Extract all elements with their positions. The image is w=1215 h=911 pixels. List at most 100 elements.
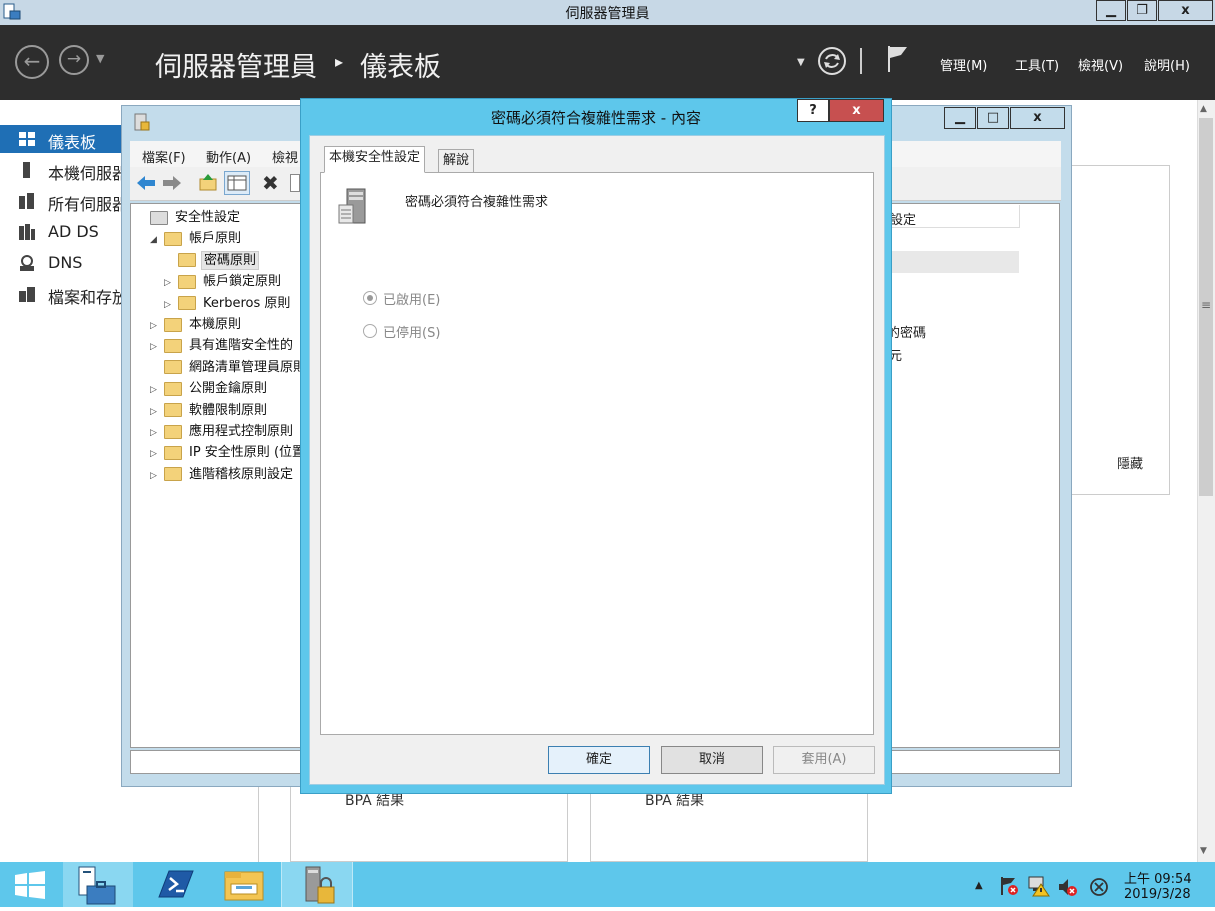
- nav-item-label: DNS: [48, 253, 83, 272]
- folder-icon: [164, 424, 182, 439]
- action-center-flag-icon[interactable]: [998, 875, 1020, 897]
- nav-item-dns[interactable]: DNS: [0, 249, 128, 277]
- restore-button[interactable]: ❐: [1127, 0, 1157, 21]
- menu-view[interactable]: 檢視(V): [1078, 55, 1123, 74]
- notifications-flag-icon[interactable]: [886, 44, 910, 74]
- toolbar-properties-icon[interactable]: [290, 174, 300, 192]
- hide-link[interactable]: 隱藏: [1117, 453, 1143, 472]
- tree-node[interactable]: ▷ 進階稽核原則設定: [150, 463, 295, 483]
- tree-node[interactable]: ▷ 公開金鑰原則: [150, 377, 269, 397]
- tree-node-label: 密碼原則: [201, 250, 260, 270]
- tree-expander-icon[interactable]: ▷: [150, 407, 164, 417]
- toolbar-show-hide-tree-icon[interactable]: [224, 171, 250, 195]
- tree-node-label: 進階稽核原則設定: [189, 466, 294, 482]
- tree-expander-icon[interactable]: ▷: [150, 449, 164, 459]
- tab-explain[interactable]: 解說: [438, 149, 475, 173]
- tree-expander-icon[interactable]: ▷: [164, 278, 178, 288]
- cancel-button[interactable]: 取消: [661, 746, 763, 774]
- tree-node[interactable]: ▷ 具有進階安全性的: [150, 334, 295, 354]
- toolbar-delete-icon[interactable]: ✖: [262, 173, 282, 193]
- notification-dismiss-icon[interactable]: [1088, 876, 1110, 898]
- tab-local-security-setting[interactable]: 本機安全性設定: [324, 146, 426, 173]
- radio-enabled[interactable]: 已啟用(E): [363, 288, 483, 308]
- tree-expander-icon[interactable]: ▷: [150, 385, 164, 395]
- refresh-dropdown-icon[interactable]: ▼: [797, 57, 805, 68]
- tree-node-label: 網路清單管理員原則: [189, 359, 307, 375]
- mmc-close-button[interactable]: x: [1010, 107, 1065, 129]
- back-icon[interactable]: ←: [15, 45, 49, 79]
- tree-expander-icon[interactable]: ▷: [150, 321, 164, 331]
- mmc-restore-button[interactable]: □: [977, 107, 1009, 129]
- tree-node[interactable]: ▷ 應用程式控制原則: [150, 420, 295, 440]
- refresh-icon[interactable]: [817, 46, 847, 76]
- nav-item-dashboard[interactable]: 儀表板: [0, 125, 128, 153]
- menu-manage[interactable]: 管理(M): [940, 55, 987, 74]
- menu-help[interactable]: 說明(H): [1144, 55, 1190, 74]
- mmc-menu-file[interactable]: 檔案(F): [142, 147, 186, 166]
- tree-node[interactable]: ▷ 帳戶鎖定原則: [164, 270, 283, 290]
- history-dropdown-icon[interactable]: ▼: [96, 52, 104, 65]
- radio-disabled-circle[interactable]: [363, 324, 377, 338]
- nav-item-local-server[interactable]: 本機伺服器: [0, 156, 128, 184]
- server-manager-icon: [78, 866, 116, 905]
- folder-icon: [164, 445, 182, 460]
- tree-node[interactable]: 密碼原則: [164, 249, 260, 270]
- folder-icon: [164, 231, 182, 246]
- toolbar-forward-icon[interactable]: [162, 174, 182, 192]
- mmc-minimize-button[interactable]: ▁: [944, 107, 976, 129]
- breadcrumb-root[interactable]: 伺服器管理員: [155, 45, 317, 84]
- start-windows-icon[interactable]: [14, 871, 46, 899]
- server-tile: [290, 785, 568, 862]
- scroll-down-icon[interactable]: ▼: [1200, 846, 1207, 856]
- properties-dialog[interactable]: 密碼必須符合複雜性需求 - 內容 ? x 本機安全性設定 解說 密碼必須符合複雜…: [300, 98, 892, 794]
- dialog-help-button[interactable]: ?: [797, 99, 829, 122]
- tree-node[interactable]: ◢ 帳戶原則: [150, 227, 243, 247]
- toolbar-back-icon[interactable]: [136, 174, 156, 192]
- taskbar-powershell[interactable]: [139, 862, 209, 907]
- tree-expander-icon[interactable]: ◢: [150, 235, 164, 245]
- mmc-menu-view[interactable]: 檢視: [272, 147, 298, 166]
- tile-divider: [258, 785, 259, 862]
- taskbar-local-security-policy[interactable]: [281, 862, 353, 907]
- tree-node[interactable]: ▷ 軟體限制原則: [150, 399, 269, 419]
- forward-icon[interactable]: →: [59, 45, 89, 75]
- ok-button[interactable]: 確定: [548, 746, 650, 774]
- folder-icon: [178, 296, 196, 311]
- tree-expander-icon[interactable]: ▷: [164, 300, 178, 310]
- nav-item-all-servers[interactable]: 所有伺服器: [0, 187, 128, 215]
- minimize-button[interactable]: ▁: [1096, 0, 1126, 21]
- tree-node[interactable]: ▷ 本機原則: [150, 313, 243, 333]
- clock-date[interactable]: 2019/3/28: [1124, 887, 1191, 902]
- tree-expander-icon[interactable]: ▷: [150, 342, 164, 352]
- menu-tools[interactable]: 工具(T): [1015, 55, 1059, 74]
- clock-time[interactable]: 上午 09:54: [1124, 868, 1192, 887]
- toolbar-up-folder-icon[interactable]: [198, 173, 218, 193]
- apply-button[interactable]: 套用(A): [773, 746, 875, 774]
- taskbar-server-manager[interactable]: [63, 862, 133, 907]
- close-button[interactable]: x: [1158, 0, 1213, 21]
- dialog-close-button[interactable]: x: [829, 99, 884, 122]
- security-settings-icon: [150, 210, 168, 225]
- servers-icon: [18, 192, 36, 210]
- selected-row[interactable]: [884, 251, 1019, 273]
- taskbar-file-explorer[interactable]: [209, 862, 279, 907]
- tree-expander-icon[interactable]: ▷: [150, 471, 164, 481]
- tree-node-label: 公開金鑰原則: [189, 381, 268, 397]
- server-icon: [18, 161, 36, 179]
- tree-node[interactable]: 網路清單管理員原則: [150, 356, 308, 376]
- nav-item-label: AD DS: [48, 222, 99, 241]
- nav-item-file-storage[interactable]: 檔案和存放服務: [0, 280, 160, 308]
- radio-enabled-circle[interactable]: [363, 291, 377, 305]
- tree-node[interactable]: ▷ Kerberos 原則: [164, 292, 292, 312]
- tree-node[interactable]: 安全性設定: [136, 206, 242, 226]
- tree-node[interactable]: ▷ IP 安全性原則 (位置: [150, 441, 307, 461]
- radio-disabled[interactable]: 已停用(S): [363, 321, 483, 341]
- dns-icon: [18, 254, 36, 272]
- volume-muted-icon[interactable]: [1057, 876, 1079, 898]
- tree-expander-icon[interactable]: ▷: [150, 428, 164, 438]
- nav-item-ad-ds[interactable]: AD DS: [0, 218, 128, 246]
- scroll-up-icon[interactable]: ▲: [1200, 104, 1207, 114]
- tray-expand-icon[interactable]: ▲: [975, 880, 983, 891]
- network-warning-icon[interactable]: [1027, 874, 1051, 898]
- mmc-menu-action[interactable]: 動作(A): [206, 147, 251, 166]
